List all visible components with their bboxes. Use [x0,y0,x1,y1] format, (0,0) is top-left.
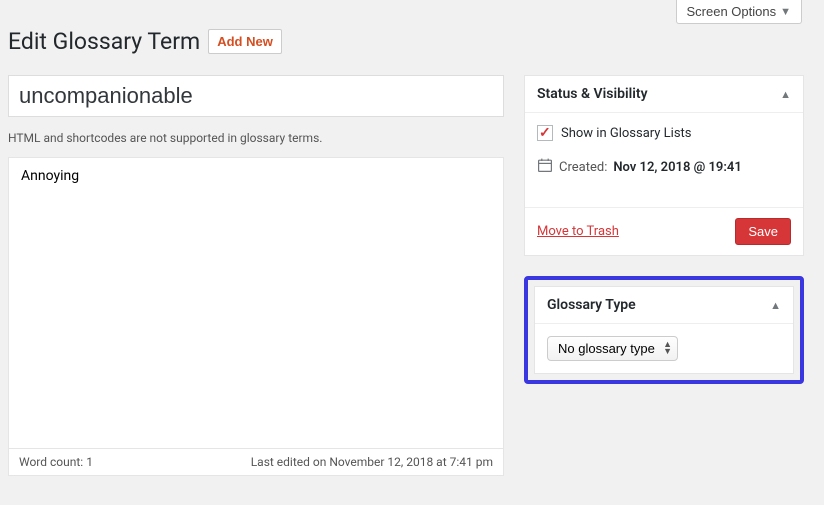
word-count: Word count: 1 [19,455,93,469]
add-new-button[interactable]: Add New [208,29,282,54]
editor-box: Annoying Word count: 1 Last edited on No… [8,157,504,476]
page-title: Edit Glossary Term [8,26,200,57]
chevron-down-icon: ▼ [780,6,791,18]
glossary-type-box: Glossary Type ▲ No glossary type ▲▼ [534,286,794,374]
screen-options-button[interactable]: Screen Options ▼ [676,0,803,24]
term-title-input[interactable] [8,75,504,117]
chevron-up-icon: ▲ [780,88,791,101]
editor-status-bar: Word count: 1 Last edited on November 12… [9,448,503,475]
glossary-type-title: Glossary Type [547,297,636,313]
glossary-type-toggle[interactable]: Glossary Type ▲ [535,287,793,324]
status-box-title: Status & Visibility [537,86,648,102]
created-row: Created: Nov 12, 2018 @ 19:41 [537,157,791,177]
status-visibility-box: Status & Visibility ▲ Show in Glossary L… [524,75,804,256]
move-to-trash-link[interactable]: Move to Trash [537,224,619,239]
created-value: Nov 12, 2018 @ 19:41 [613,160,741,175]
status-box-toggle[interactable]: Status & Visibility ▲ [525,76,803,113]
calendar-icon [537,157,553,177]
created-label: Created: [559,160,607,175]
show-in-lists-label: Show in Glossary Lists [561,126,692,141]
notice-text: HTML and shortcodes are not supported in… [8,131,504,145]
show-in-lists-row[interactable]: Show in Glossary Lists [537,125,791,141]
content-editor[interactable]: Annoying [9,158,503,448]
chevron-up-icon: ▲ [770,299,781,312]
glossary-type-select[interactable]: No glossary type [547,336,678,361]
last-edited: Last edited on November 12, 2018 at 7:41… [251,455,493,469]
glossary-type-highlight: Glossary Type ▲ No glossary type ▲▼ [524,276,804,384]
screen-options-label: Screen Options [687,4,777,19]
save-button[interactable]: Save [735,218,791,245]
show-in-lists-checkbox[interactable] [537,125,553,141]
